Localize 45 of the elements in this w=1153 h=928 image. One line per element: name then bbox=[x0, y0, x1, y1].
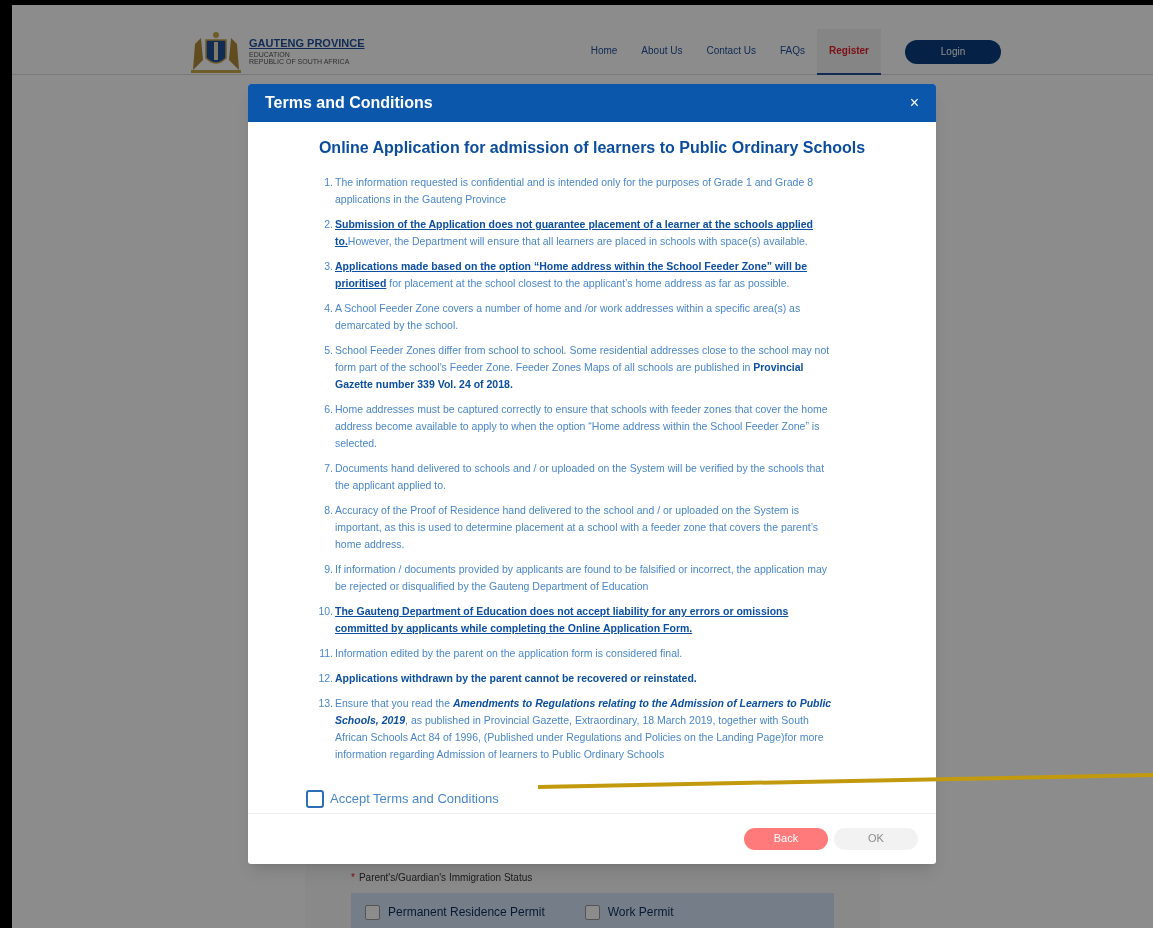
terms-paragraph: Accuracy of the Proof of Residence hand delivered to the school and / or uploaded on the System is important, as this is used to determine placement at a school with a feeder zone that covers the parent’s home address. bbox=[335, 503, 820, 552]
checkbox-label[interactable]: Accept Terms and Conditions bbox=[330, 789, 499, 809]
nav-link[interactable]: Register bbox=[817, 28, 881, 75]
checkbox-option[interactable]: Permanent Residence Permit bbox=[365, 903, 545, 921]
terms-paragraph: The information requested is confidential and is intended only for the purposes of Grade 1 and Grade 8 applications in the Gauteng Province bbox=[335, 175, 815, 207]
terms-paragraph: Ensure that you read the Amendments to Regulations relating to the Admission of Learners to Public Schools, 2019, as published in Provincial Gazette, Extraordinary, 18 March 2019, together with South African Schools Act 84 of 1996, (Published under Regulations and Policies on the Landing Page)for more information regarding Admission of learners to Public Ordinary Schools bbox=[335, 696, 833, 762]
terms-heading: Online Application for admission of learners to Public Ordinary Schools bbox=[317, 138, 867, 158]
list-number: 10. bbox=[317, 604, 334, 619]
list-number: 6. bbox=[323, 402, 334, 417]
list-number: 11. bbox=[318, 646, 334, 661]
nav-link[interactable]: About Us bbox=[629, 28, 695, 75]
checkbox[interactable] bbox=[306, 789, 324, 808]
checkbox[interactable] bbox=[365, 904, 380, 920]
list-number: 1. bbox=[323, 175, 334, 190]
terms-paragraph: If information / documents provided by applicants are found to be falsified or incorrect, the application may be rejected or disqualified by the Gauteng Department of Education bbox=[335, 562, 829, 594]
field-label: Parent's/Guardian's Immigration Status bbox=[358, 871, 533, 885]
terms-paragraph: Applications made based on the option “Home address within the School Feeder Zone” will be prioritised for placement at the school closest to the applicant’s home address as far as possible. bbox=[335, 259, 808, 291]
terms-paragraph: Information edited by the parent on the application form is considered final. bbox=[335, 646, 683, 661]
back-button[interactable]: Back bbox=[744, 827, 828, 850]
checkbox-option[interactable]: Work Permit bbox=[584, 903, 674, 921]
list-number: 4. bbox=[323, 301, 334, 316]
checkbox[interactable] bbox=[584, 904, 600, 920]
terms-paragraph: Home addresses must be captured correctly to ensure that schools with feeder zones that cover the home address become available to apply to when the option “Home address within the School Feeder Zone” is selected. bbox=[335, 402, 829, 451]
dialog-title: Terms and Conditions bbox=[265, 93, 433, 113]
terms-paragraph: Applications withdrawn by the parent cannot be recovered or reinstated. bbox=[335, 671, 697, 686]
list-number: 7. bbox=[323, 461, 334, 476]
list-number: 8. bbox=[323, 503, 334, 518]
terms-paragraph: School Feeder Zones differ from school to school. Some residential addresses close to the school may not form part of the school’s Feeder Zone. Feeder Zones Maps of all schools are published in Provincial Gazette number 339 Vol. 24 of 2018. bbox=[335, 343, 831, 392]
list-number: 5. bbox=[323, 343, 334, 358]
required-mark: * bbox=[351, 871, 355, 885]
terms-paragraph: Documents hand delivered to schools and / or uploaded on the System will be verified by the schools that the applicant applied to. bbox=[335, 461, 826, 493]
list-number: 2. bbox=[323, 217, 334, 232]
nav-link[interactable]: Contact Us bbox=[694, 28, 768, 75]
login-button[interactable]: Login bbox=[905, 39, 1001, 64]
nav-link[interactable]: Home bbox=[578, 28, 630, 75]
list-number: 13. bbox=[317, 696, 334, 711]
close-button[interactable]: × bbox=[909, 95, 919, 111]
terms-paragraph: A School Feeder Zone covers a number of home and /or work addresses within a specific area(s) as demarcated by the school. bbox=[335, 301, 802, 333]
logo-title: GAUTENG PROVINCE bbox=[249, 38, 365, 49]
nav-link[interactable]: FAQs bbox=[767, 28, 817, 75]
list-number: 12. bbox=[317, 671, 334, 686]
terms-paragraph: The Gauteng Department of Education does not accept liability for any errors or omissions committed by applicants while completing the Online Application Form. bbox=[335, 604, 790, 636]
terms-paragraph: Submission of the Application does not guarantee placement of a learner at the schools applied to.However, the Department will ensure that all learners are placed in schools with space(s) available. bbox=[335, 217, 815, 249]
list-number: 3. bbox=[323, 259, 334, 274]
list-number: 9. bbox=[323, 562, 334, 577]
